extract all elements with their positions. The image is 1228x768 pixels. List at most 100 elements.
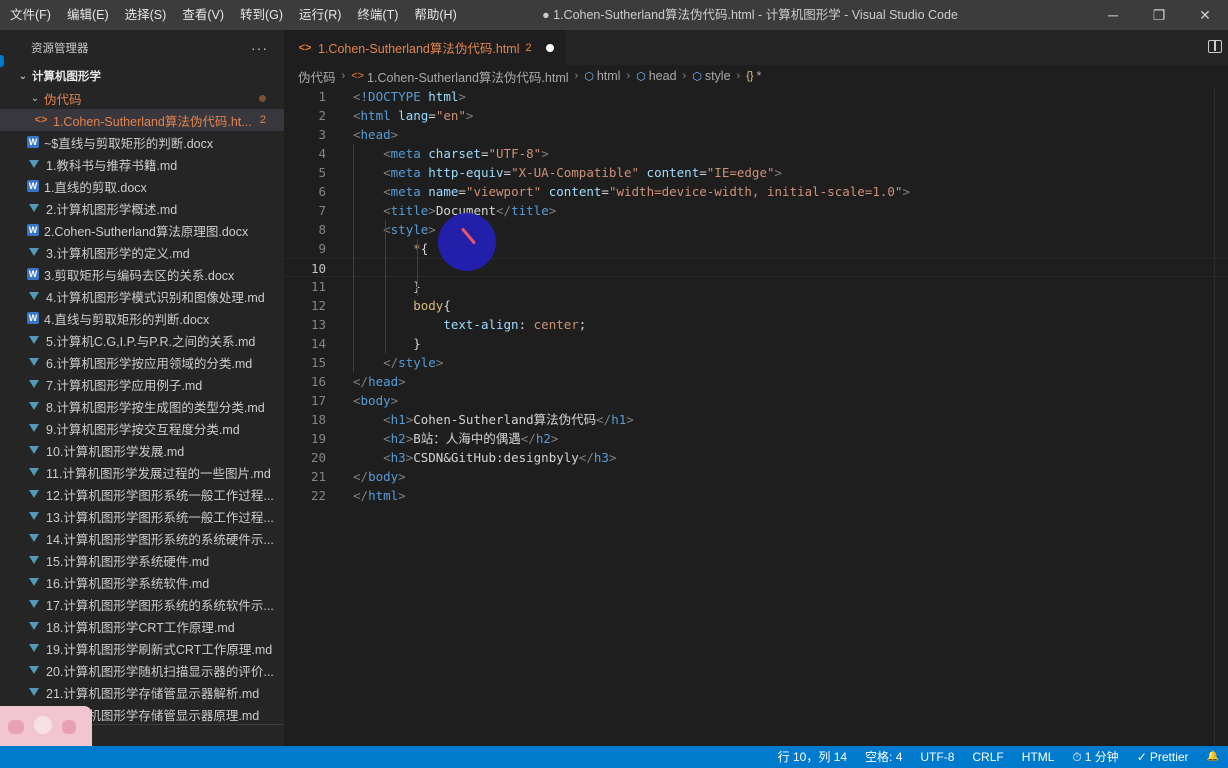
menu-item[interactable]: 选择(S) xyxy=(117,0,175,30)
menu-item[interactable]: 终端(T) xyxy=(349,0,406,30)
file-item[interactable]: 7.计算机图形学应用例子.md xyxy=(0,373,284,395)
restore-icon[interactable]: ❐ xyxy=(1136,0,1182,30)
line-number: 21 xyxy=(310,469,326,484)
file-item[interactable]: 17.计算机图形学图形系统的系统软件示... xyxy=(0,593,284,615)
file-item[interactable]: 20.计算机图形学随机扫描显示器的评价... xyxy=(0,659,284,681)
code-line[interactable]: 2 <html lang="en"> xyxy=(284,106,1228,125)
file-item[interactable]: 18.计算机图形学CRT工作原理.md xyxy=(0,615,284,637)
mouse-cursor-highlight xyxy=(438,213,496,271)
breadcrumb-item[interactable]: * xyxy=(757,69,762,83)
line-number: 12 xyxy=(310,298,326,313)
chevron-right-icon: › xyxy=(626,70,631,82)
code-line[interactable]: 14 } xyxy=(284,334,1228,353)
menu-item[interactable]: 查看(V) xyxy=(174,0,232,30)
code-line[interactable]: 10 xyxy=(284,258,1228,277)
more-actions-icon[interactable]: ··· xyxy=(251,40,268,56)
status-label: Prettier xyxy=(1149,750,1189,764)
editor-scrollbar[interactable] xyxy=(1214,87,1228,746)
file-item[interactable]: 11.计算机图形学发展过程的一些图片.md xyxy=(0,461,284,483)
file-item[interactable]: 16.计算机图形学系统软件.md xyxy=(0,571,284,593)
sub-folder[interactable]: ⌄ 伪代码 xyxy=(0,87,284,109)
file-item[interactable]: 10.计算机图形学发展.md xyxy=(0,439,284,461)
code-line[interactable]: 9 *{ xyxy=(284,239,1228,258)
markdown-file-icon xyxy=(27,333,41,347)
file-item[interactable]: W 4.直线与剪取矩形的判断.docx xyxy=(0,307,284,329)
sub-folder-label: 伪代码 xyxy=(44,92,82,107)
breadcrumb-item[interactable]: 1.Cohen-Sutherland算法伪代码.html xyxy=(367,67,568,86)
code-line[interactable]: 12 body{ xyxy=(284,296,1228,315)
code-line[interactable]: 16 </head> xyxy=(284,372,1228,391)
code-line[interactable]: 5 <meta http-equiv="X-UA-Compatible" con… xyxy=(284,163,1228,182)
bell-icon[interactable]: 🔔 xyxy=(1198,746,1228,768)
chevron-right-icon: › xyxy=(682,70,687,82)
status-item[interactable]: 空格: 4 xyxy=(856,746,911,768)
file-item[interactable]: 6.计算机图形学按应用领域的分类.md xyxy=(0,351,284,373)
minimize-icon[interactable]: ─ xyxy=(1090,0,1136,30)
file-item[interactable]: W ~$直线与剪取矩形的判断.docx xyxy=(0,131,284,153)
breadcrumb-item[interactable]: html xyxy=(597,69,621,83)
file-item[interactable]: 13.计算机图形学图形系统一般工作过程... xyxy=(0,505,284,527)
file-item[interactable]: 14.计算机图形学图形系统的系统硬件示... xyxy=(0,527,284,549)
file-item[interactable]: 5.计算机C.G,I.P.与P.R.之间的关系.md xyxy=(0,329,284,351)
code-line[interactable]: 21 </body> xyxy=(284,467,1228,486)
file-item[interactable]: 19.计算机图形学刷新式CRT工作原理.md xyxy=(0,637,284,659)
code-line[interactable]: 3 <head> xyxy=(284,125,1228,144)
code-text: <meta name="viewport" content="width=dev… xyxy=(383,184,910,199)
status-item[interactable]: ⏱ 1 分钟 xyxy=(1063,746,1127,768)
markdown-file-icon xyxy=(27,663,41,677)
file-item[interactable]: 12.计算机图形学图形系统一般工作过程... xyxy=(0,483,284,505)
file-item[interactable]: W 1.直线的剪取.docx xyxy=(0,175,284,197)
breadcrumb-item[interactable]: head xyxy=(649,69,677,83)
editor-tab[interactable]: <> 1.Cohen-Sutherland算法伪代码.html 2 xyxy=(284,30,566,65)
code-line[interactable]: 13 text-align: center; xyxy=(284,315,1228,334)
code-line[interactable]: 1 <!DOCTYPE html> xyxy=(284,87,1228,106)
code-line[interactable]: 6 <meta name="viewport" content="width=d… xyxy=(284,182,1228,201)
code-line[interactable]: 20 <h3>CSDN&GitHub:designbyly</h3> xyxy=(284,448,1228,467)
menu-bar: 文件(F) 编辑(E) 选择(S) 查看(V) 转到(G) 运行(R) 终端(T) 帮助(H) xyxy=(0,0,465,30)
menu-item[interactable]: 编辑(E) xyxy=(59,0,117,30)
code-line[interactable]: 15 </style> xyxy=(284,353,1228,372)
status-item[interactable]: UTF-8 xyxy=(911,746,963,768)
file-item[interactable]: W 2.Cohen-Sutherland算法原理图.docx xyxy=(0,219,284,241)
code-line[interactable]: 11 } xyxy=(284,277,1228,296)
markdown-file-icon xyxy=(27,531,41,545)
file-item[interactable]: 9.计算机图形学按交互程度分类.md xyxy=(0,417,284,439)
line-number: 17 xyxy=(310,393,326,408)
code-line[interactable]: 19 <h2>B站：人海中的偶遇</h2> xyxy=(284,429,1228,448)
menu-item[interactable]: 转到(G) xyxy=(232,0,291,30)
file-item[interactable]: 3.计算机图形学的定义.md xyxy=(0,241,284,263)
menu-item[interactable]: 帮助(H) xyxy=(406,0,464,30)
close-icon[interactable]: ✕ xyxy=(1182,0,1228,30)
file-item[interactable]: 21.计算机图形学存储管显示器解析.md xyxy=(0,681,284,703)
file-item[interactable]: 4.计算机图形学模式识别和图像处理.md xyxy=(0,285,284,307)
code-line[interactable]: 18 <h1>Cohen-Sutherland算法伪代码</h1> xyxy=(284,410,1228,429)
file-item[interactable]: 15.计算机图形学系统硬件.md xyxy=(0,549,284,571)
unsaved-dot-icon[interactable] xyxy=(545,43,554,52)
file-item[interactable]: W 3.剪取矩形与编码去区的关系.docx xyxy=(0,263,284,285)
status-item[interactable]: HTML xyxy=(1013,746,1064,768)
root-folder[interactable]: ⌄ 计算机图形学 xyxy=(0,65,284,87)
code-line[interactable]: 4 <meta charset="UTF-8"> xyxy=(284,144,1228,163)
code-line[interactable]: 22 </html> xyxy=(284,486,1228,505)
breadcrumb-item[interactable]: style xyxy=(705,69,731,83)
file-item[interactable]: 1.教科书与推荐书籍.md xyxy=(0,153,284,175)
code-text: <title>Document</title> xyxy=(383,203,557,218)
file-item[interactable]: 8.计算机图形学按生成图的类型分类.md xyxy=(0,395,284,417)
line-number: 16 xyxy=(310,374,326,389)
split-editor-icon[interactable] xyxy=(1208,40,1222,53)
markdown-file-icon xyxy=(27,443,41,457)
status-item[interactable]: ✓ Prettier xyxy=(1128,746,1198,768)
code-line[interactable]: 7 <title>Document</title> xyxy=(284,201,1228,220)
code-line[interactable]: 17 <body> xyxy=(284,391,1228,410)
code-editor[interactable]: 1 <!DOCTYPE html> 2 <html lang="en"> 3 <head>… xyxy=(284,87,1228,746)
status-item[interactable]: CRLF xyxy=(963,746,1012,768)
status-item[interactable]: 行 10，列 14 xyxy=(769,746,856,768)
file-item[interactable]: 2.计算机图形学概述.md xyxy=(0,197,284,219)
code-line[interactable]: 8 <style> xyxy=(284,220,1228,239)
active-file-item[interactable]: <> 1.Cohen-Sutherland算法伪代码.ht... 2 xyxy=(0,109,284,131)
chevron-right-icon: › xyxy=(341,70,346,82)
markdown-file-icon xyxy=(27,421,41,435)
menu-item[interactable]: 运行(R) xyxy=(291,0,349,30)
breadcrumb-item[interactable]: 伪代码 xyxy=(298,67,336,86)
menu-item[interactable]: 文件(F) xyxy=(2,0,59,30)
